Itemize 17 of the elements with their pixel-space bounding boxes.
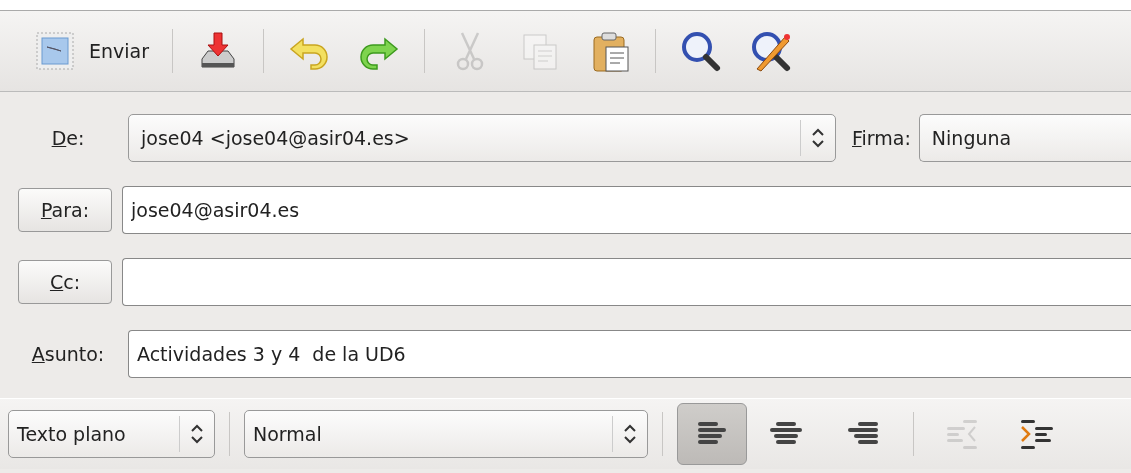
spinner-arrows-icon (811, 127, 825, 149)
signature-label: Firma: (852, 127, 911, 149)
from-label: De: (50, 127, 86, 149)
format-dropdown[interactable]: Texto plano (8, 410, 215, 458)
subject-field[interactable]: Actividades 3 y 4 de la UD6 (128, 330, 1131, 378)
subject-label: Asunto: (30, 343, 106, 365)
signature-dropdown[interactable]: Ninguna (918, 114, 1131, 162)
cc-button[interactable]: Cc: (18, 260, 112, 304)
to-button[interactable]: Para: (18, 188, 112, 232)
to-field[interactable]: jose04@asir04.es (122, 186, 1131, 234)
paragraph-style-dropdown[interactable]: Normal (244, 410, 648, 458)
send-button[interactable]: Enviar (20, 23, 163, 79)
align-left-button[interactable] (677, 403, 747, 465)
from-dropdown[interactable]: jose04 <jose04@asir04.es> (128, 114, 836, 162)
spinner-arrows-icon (190, 423, 204, 445)
cc-field[interactable] (122, 258, 1131, 306)
spinner-arrows-icon (623, 423, 637, 445)
